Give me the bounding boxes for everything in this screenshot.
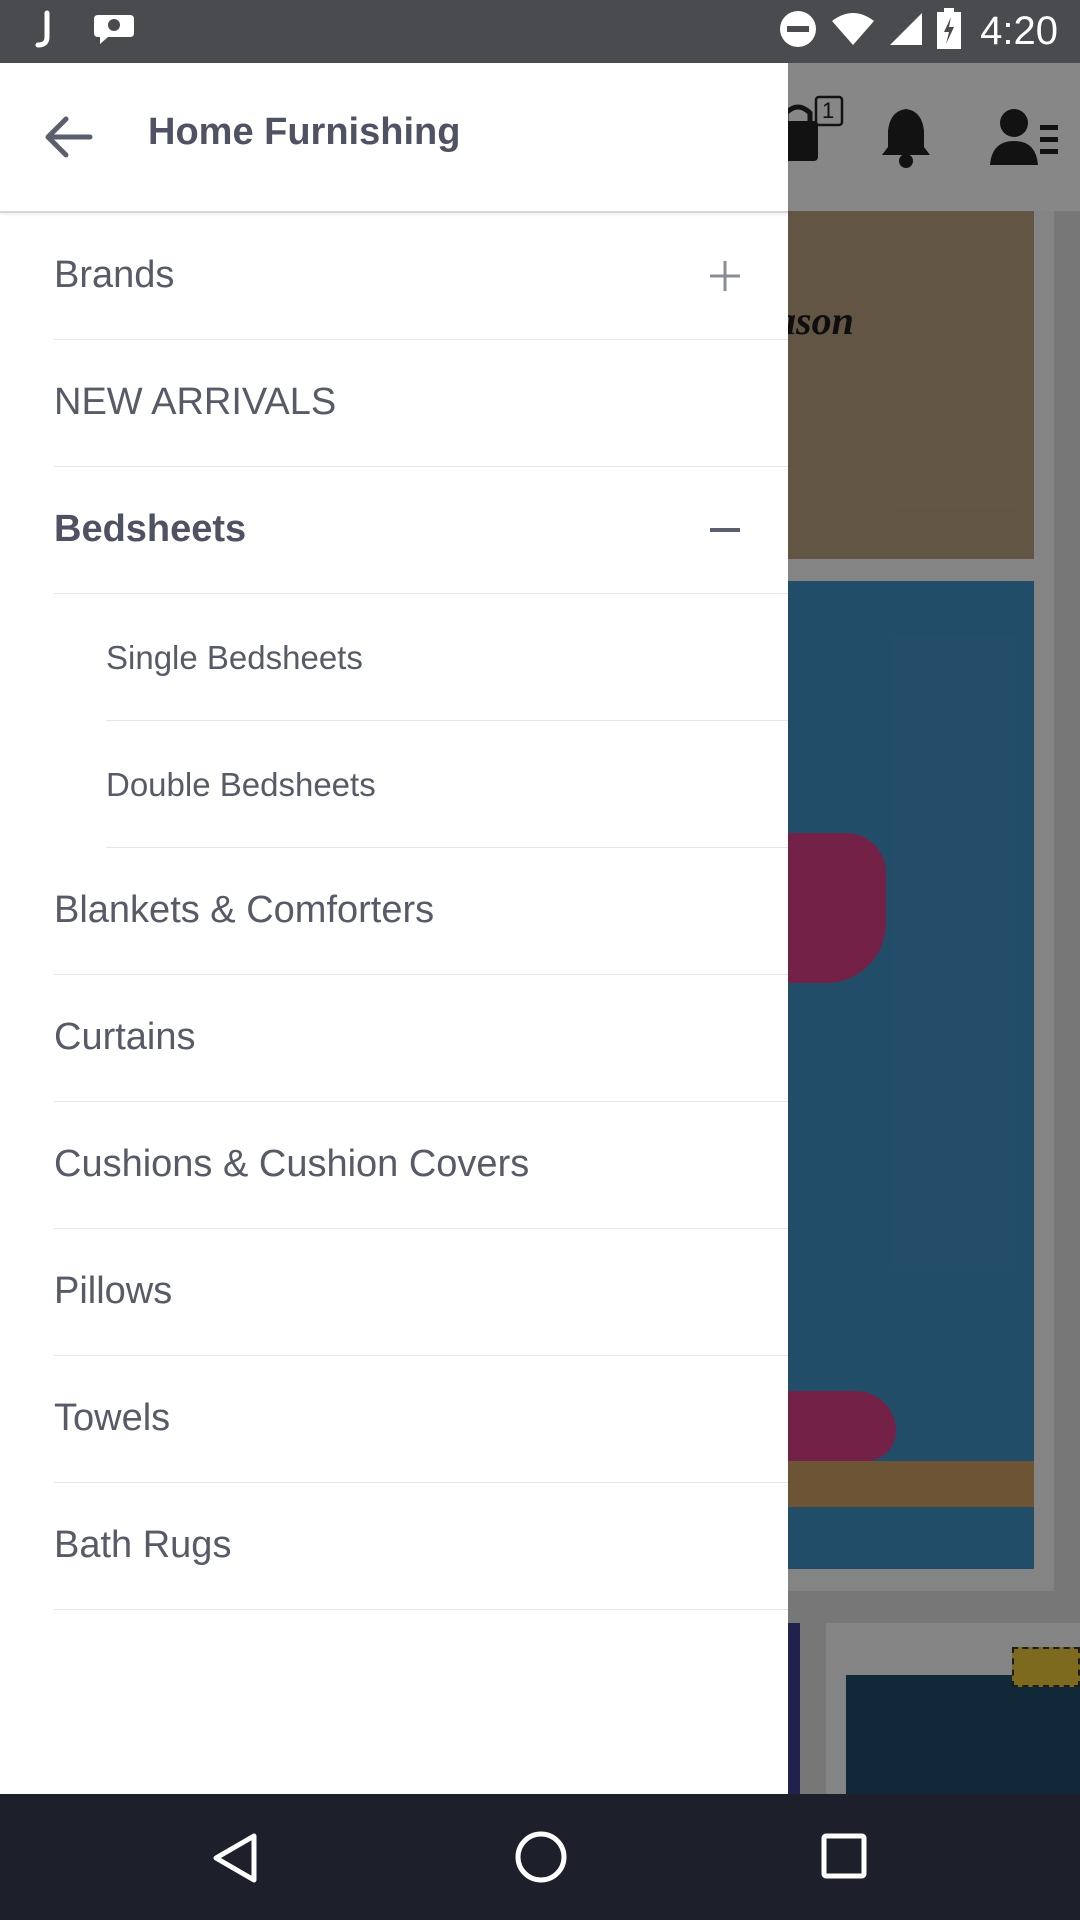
minus-icon[interactable] (700, 505, 750, 555)
menu-item-new-arrivals[interactable]: NEW ARRIVALS (54, 340, 788, 467)
menu-item-label: Bedsheets (54, 508, 247, 550)
battery-charging-icon (936, 7, 962, 55)
drawer-header: Home Furnishing (0, 63, 788, 213)
drawer-title: Home Furnishing (148, 111, 461, 153)
menu-item-label: Bath Rugs (54, 1524, 232, 1566)
wifi-icon (830, 11, 876, 52)
menu-item-cushions[interactable]: Cushions & Cushion Covers (54, 1102, 788, 1229)
signal-icon (888, 11, 924, 52)
menu-item-bedsheets[interactable]: Bedsheets (54, 467, 788, 594)
chat-bubble-icon (92, 11, 136, 52)
back-triangle-icon[interactable] (210, 1832, 260, 1889)
menu-item-label: Blankets & Comforters (54, 889, 435, 931)
menu-item-label: Single Bedsheets (106, 639, 363, 676)
menu-item-label: Brands (54, 254, 175, 296)
arrow-left-icon (45, 116, 93, 158)
menu-item-label: Cushions & Cushion Covers (54, 1143, 530, 1185)
menu-item-label: Pillows (54, 1270, 173, 1312)
menu-item-pillows[interactable]: Pillows (54, 1229, 788, 1356)
submenu-item-single-bedsheets[interactable]: Single Bedsheets (106, 594, 788, 721)
menu-item-towels[interactable]: Towels (54, 1356, 788, 1483)
menu-item-label: NEW ARRIVALS (54, 381, 337, 423)
navigation-drawer: Home Furnishing Brands NEW ARRIVALS Beds… (0, 63, 788, 1794)
menu-item-brands[interactable]: Brands (54, 213, 788, 340)
do-not-disturb-icon (778, 9, 818, 54)
recents-square-icon[interactable] (820, 1832, 868, 1885)
category-menu: Brands NEW ARRIVALS Bedsheets Single Bed… (0, 213, 788, 1610)
j-app-icon (34, 9, 54, 54)
back-button[interactable] (38, 107, 98, 167)
status-bar: 4:20 (0, 0, 1080, 63)
system-nav-bar (0, 1794, 1080, 1920)
menu-item-bath-rugs[interactable]: Bath Rugs (54, 1483, 788, 1610)
menu-item-blankets-comforters[interactable]: Blankets & Comforters (54, 848, 788, 975)
menu-item-label: Towels (54, 1397, 171, 1439)
plus-icon[interactable] (700, 251, 750, 301)
menu-item-label: Curtains (54, 1016, 196, 1058)
menu-item-curtains[interactable]: Curtains (54, 975, 788, 1102)
status-time: 4:20 (980, 8, 1058, 53)
home-circle-icon[interactable] (514, 1830, 568, 1889)
menu-item-label: Double Bedsheets (106, 766, 376, 803)
submenu-item-double-bedsheets[interactable]: Double Bedsheets (106, 721, 788, 848)
